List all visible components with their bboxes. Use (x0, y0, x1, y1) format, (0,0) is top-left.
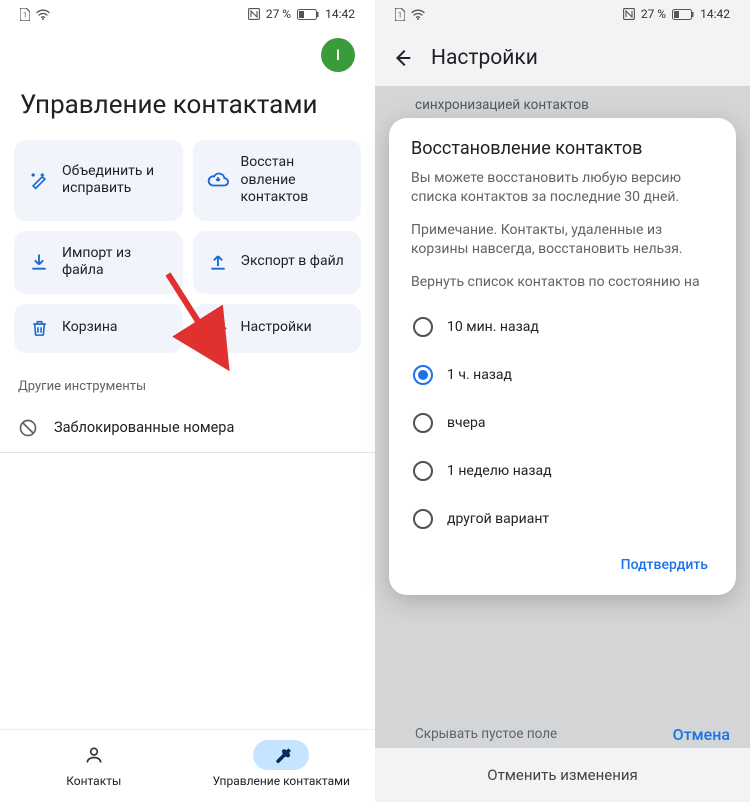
card-export[interactable]: Экспорт в файл (193, 231, 362, 294)
statusbar: 1 27 % 14:42 (0, 0, 375, 28)
option-label: 1 неделю назад (447, 463, 552, 479)
wifi-icon (411, 9, 425, 20)
divider (0, 452, 375, 453)
radio-icon (413, 413, 433, 433)
cloud-restore-icon (207, 170, 229, 190)
nfc-icon (623, 8, 635, 20)
card-label: Восстан овление контактов (241, 154, 348, 207)
battery-pct: 27 % (266, 7, 291, 21)
card-label: Настройки (241, 319, 312, 337)
radio-icon (413, 461, 433, 481)
nfc-icon (248, 8, 260, 20)
row-blocked-numbers[interactable]: Заблокированные номера (0, 404, 375, 452)
bottom-nav: Контакты Управление контактами (0, 729, 375, 802)
settings-title: Настройки (431, 46, 538, 70)
nav-manage[interactable]: Управление контактами (188, 730, 376, 802)
action-cards: Объединить и исправить Восстан овление к… (0, 140, 375, 353)
wifi-icon (36, 9, 50, 20)
page-title: Управление контактами (0, 72, 375, 140)
dialog-paragraph: Вернуть список контактов по состоянию на (411, 273, 714, 292)
screen-manage-contacts: 1 27 % 14:42 I Управление контактами Объ… (0, 0, 375, 802)
card-label: Экспорт в файл (241, 253, 344, 271)
card-trash[interactable]: Корзина (14, 304, 183, 353)
battery-pct: 27 % (641, 7, 666, 21)
option-1week[interactable]: 1 неделю назад (411, 449, 714, 493)
card-label: Корзина (62, 319, 118, 337)
option-label: вчера (447, 415, 486, 431)
radio-icon (413, 317, 433, 337)
option-label: 10 мин. назад (447, 319, 539, 335)
dialog-paragraph: Вы можете восстановить любую версию спис… (411, 169, 714, 207)
nav-label: Управление контактами (213, 774, 350, 788)
download-icon (28, 252, 50, 272)
confirm-button[interactable]: Подтвердить (615, 549, 714, 581)
card-restore[interactable]: Восстан овление контактов (193, 140, 362, 221)
sim-icon: 1 (20, 8, 30, 21)
restore-options: 10 мин. назад 1 ч. назад вчера 1 неделю … (411, 305, 714, 541)
row-label: Заблокированные номера (54, 419, 234, 436)
option-10min[interactable]: 10 мин. назад (411, 305, 714, 349)
card-settings[interactable]: Настройки (193, 304, 362, 353)
card-label: Объединить и исправить (62, 163, 169, 198)
option-1h[interactable]: 1 ч. назад (411, 353, 714, 397)
upload-icon (207, 252, 229, 272)
nav-contacts[interactable]: Контакты (0, 730, 188, 802)
nav-label: Контакты (66, 774, 121, 788)
dialog-paragraph: Примечание. Контакты, удаленные из корзи… (411, 221, 714, 259)
settings-header: Настройки (375, 28, 750, 88)
clock: 14:42 (700, 7, 730, 21)
radio-icon (413, 365, 433, 385)
row-undo-changes[interactable]: Отменить изменения (375, 748, 750, 802)
option-other[interactable]: другой вариант (411, 497, 714, 541)
option-yesterday[interactable]: вчера (411, 401, 714, 445)
bg-cancel-button[interactable]: Отмена (673, 725, 730, 744)
clock: 14:42 (325, 7, 355, 21)
restore-contacts-dialog: Восстановление контактов Вы можете восст… (389, 118, 736, 595)
card-import[interactable]: Импорт из файла (14, 231, 183, 294)
option-label: 1 ч. назад (447, 367, 512, 383)
svg-text:1: 1 (23, 11, 27, 19)
wand-icon (28, 170, 50, 190)
battery-icon (297, 9, 319, 20)
dialog-title: Восстановление контактов (411, 138, 714, 159)
screen-settings-restore: 1 27 % 14:42 Настройки синхронизацией ко… (375, 0, 750, 802)
trash-icon (28, 318, 50, 338)
option-label: другой вариант (447, 511, 549, 527)
sim-icon: 1 (395, 8, 405, 21)
radio-icon (413, 509, 433, 529)
svg-text:1: 1 (398, 11, 402, 19)
bg-hide-empty-row: Скрывать пустое поле (415, 726, 557, 742)
block-icon (18, 418, 38, 438)
section-other-tools: Другие инструменты (0, 353, 375, 404)
back-icon[interactable] (391, 47, 413, 69)
statusbar: 1 27 % 14:42 (375, 0, 750, 28)
card-merge-fix[interactable]: Объединить и исправить (14, 140, 183, 221)
profile-avatar[interactable]: I (321, 38, 355, 72)
card-label: Импорт из файла (62, 245, 169, 280)
gear-icon (207, 318, 229, 339)
battery-icon (672, 9, 694, 20)
